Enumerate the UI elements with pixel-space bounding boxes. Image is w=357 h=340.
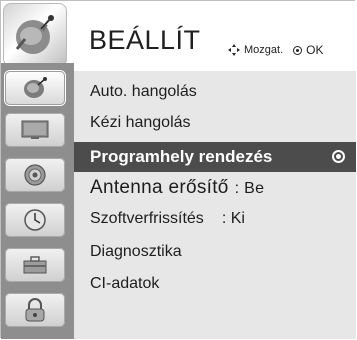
sidebar-item-lock[interactable] [5,293,65,327]
setup-menu-window: BEÁLLÍT Mozgat. OK Auto. hangolás Kézi h… [0,0,356,339]
navigation-hint: Mozgat. OK [227,43,323,57]
menu-item-label: Auto. hangolás [90,83,197,100]
speaker-icon [24,164,46,186]
sidebar-item-setup[interactable] [5,71,65,105]
menu-item-label: Antenna erősítő [90,177,229,198]
sidebar-item-option[interactable] [5,248,65,282]
clock-icon [24,209,46,231]
menu-item-diagnostics[interactable]: Diagnosztika [90,243,182,261]
monitor-icon [21,120,49,139]
menu-item-ci-information[interactable]: CI-adatok [90,275,159,293]
menu-item-software-update[interactable]: Szoftverfrissítés : Ki [90,210,245,228]
page-title: BEÁLLÍT [89,25,201,55]
menu-item-label: Szoftverfrissítés [90,210,204,227]
menu-item-label: Diagnosztika [90,243,182,260]
sidebar-item-picture[interactable] [5,113,65,147]
selected-radio-icon [332,150,345,163]
satellite-dish-icon [3,3,67,67]
sidebar-item-time[interactable] [5,203,65,237]
satellite-dish-icon [24,77,47,98]
menu-item-value: : Be [234,180,265,197]
sidebar-item-audio[interactable] [5,158,65,192]
menu-item-label: CI-adatok [90,275,160,292]
menu-item-manual-tuning[interactable]: Kézi hangolás [90,114,191,132]
menu-item-label: Programhely rendezés [90,147,273,166]
menu-item-antenna-booster[interactable]: Antenna erősítő : Be [90,177,264,199]
hint-move-label: Mozgat. [244,44,284,56]
move-arrows-icon [228,44,240,56]
lock-icon [25,298,45,322]
menu-item-auto-tuning[interactable]: Auto. hangolás [90,83,197,101]
ok-button-icon [293,45,303,55]
menu-item-programme-edit[interactable]: Programhely rendezés [74,142,356,172]
category-sidebar [1,63,74,339]
menu-item-value: : Ki [221,210,245,227]
menu-item-label: Kézi hangolás [90,114,191,131]
hint-ok-label: OK [306,43,324,57]
menu-header: BEÁLLÍT Mozgat. OK [1,1,356,72]
toolbox-icon [23,256,47,274]
setup-menu-list: Auto. hangolás Kézi hangolás Programhely… [74,71,356,339]
